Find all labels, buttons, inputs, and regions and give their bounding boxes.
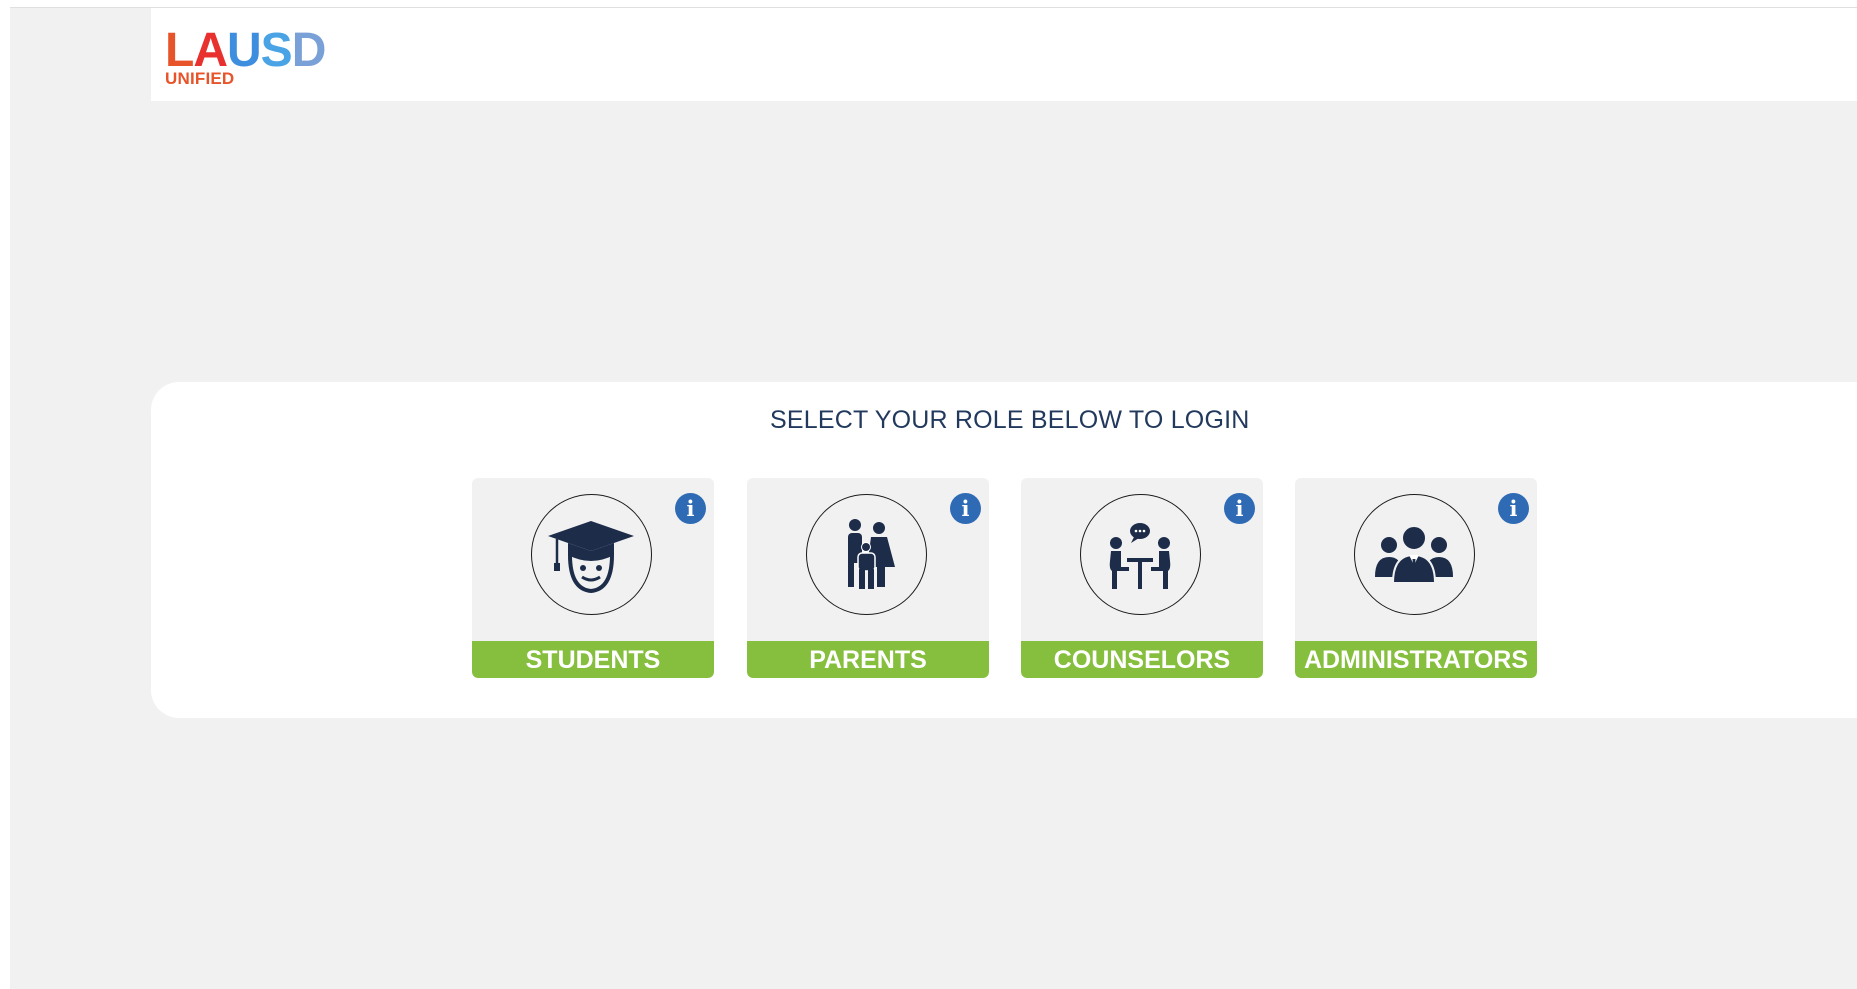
role-icon-circle [531, 494, 652, 615]
role-select-panel: SELECT YOUR ROLE BELOW TO LOGIN i STUDEN… [151, 382, 1857, 718]
role-icon-circle [806, 494, 927, 615]
role-label-parents: PARENTS [747, 641, 989, 678]
role-card-administrators[interactable]: i ADMINISTRATORS [1295, 478, 1537, 678]
counselors-info-icon[interactable]: i [1224, 493, 1255, 524]
administrators-info-icon[interactable]: i [1498, 493, 1529, 524]
graduate-icon [548, 521, 634, 594]
header-bar: LAUSD UNIFIED [151, 8, 1857, 101]
role-select-heading: SELECT YOUR ROLE BELOW TO LOGIN [770, 406, 1250, 434]
role-icon-circle [1080, 494, 1201, 615]
logo-wordmark: LAUSD [165, 24, 326, 77]
role-label-counselors: COUNSELORS [1021, 641, 1263, 678]
role-label-administrators: ADMINISTRATORS [1295, 641, 1537, 678]
role-card-students[interactable]: i STUDENTS [472, 478, 714, 678]
counseling-icon [1109, 523, 1171, 589]
family-icon [848, 519, 895, 589]
group-icon [1375, 525, 1453, 584]
role-card-parents[interactable]: i PARENTS [747, 478, 989, 678]
logo-subtitle: UNIFIED [165, 69, 235, 88]
lausd-logo[interactable]: LAUSD UNIFIED [165, 24, 355, 89]
role-label-students: STUDENTS [472, 641, 714, 678]
role-icon-circle [1354, 494, 1475, 615]
role-card-counselors[interactable]: i COUNSELORS [1021, 478, 1263, 678]
students-info-icon[interactable]: i [675, 493, 706, 524]
parents-info-icon[interactable]: i [950, 493, 981, 524]
